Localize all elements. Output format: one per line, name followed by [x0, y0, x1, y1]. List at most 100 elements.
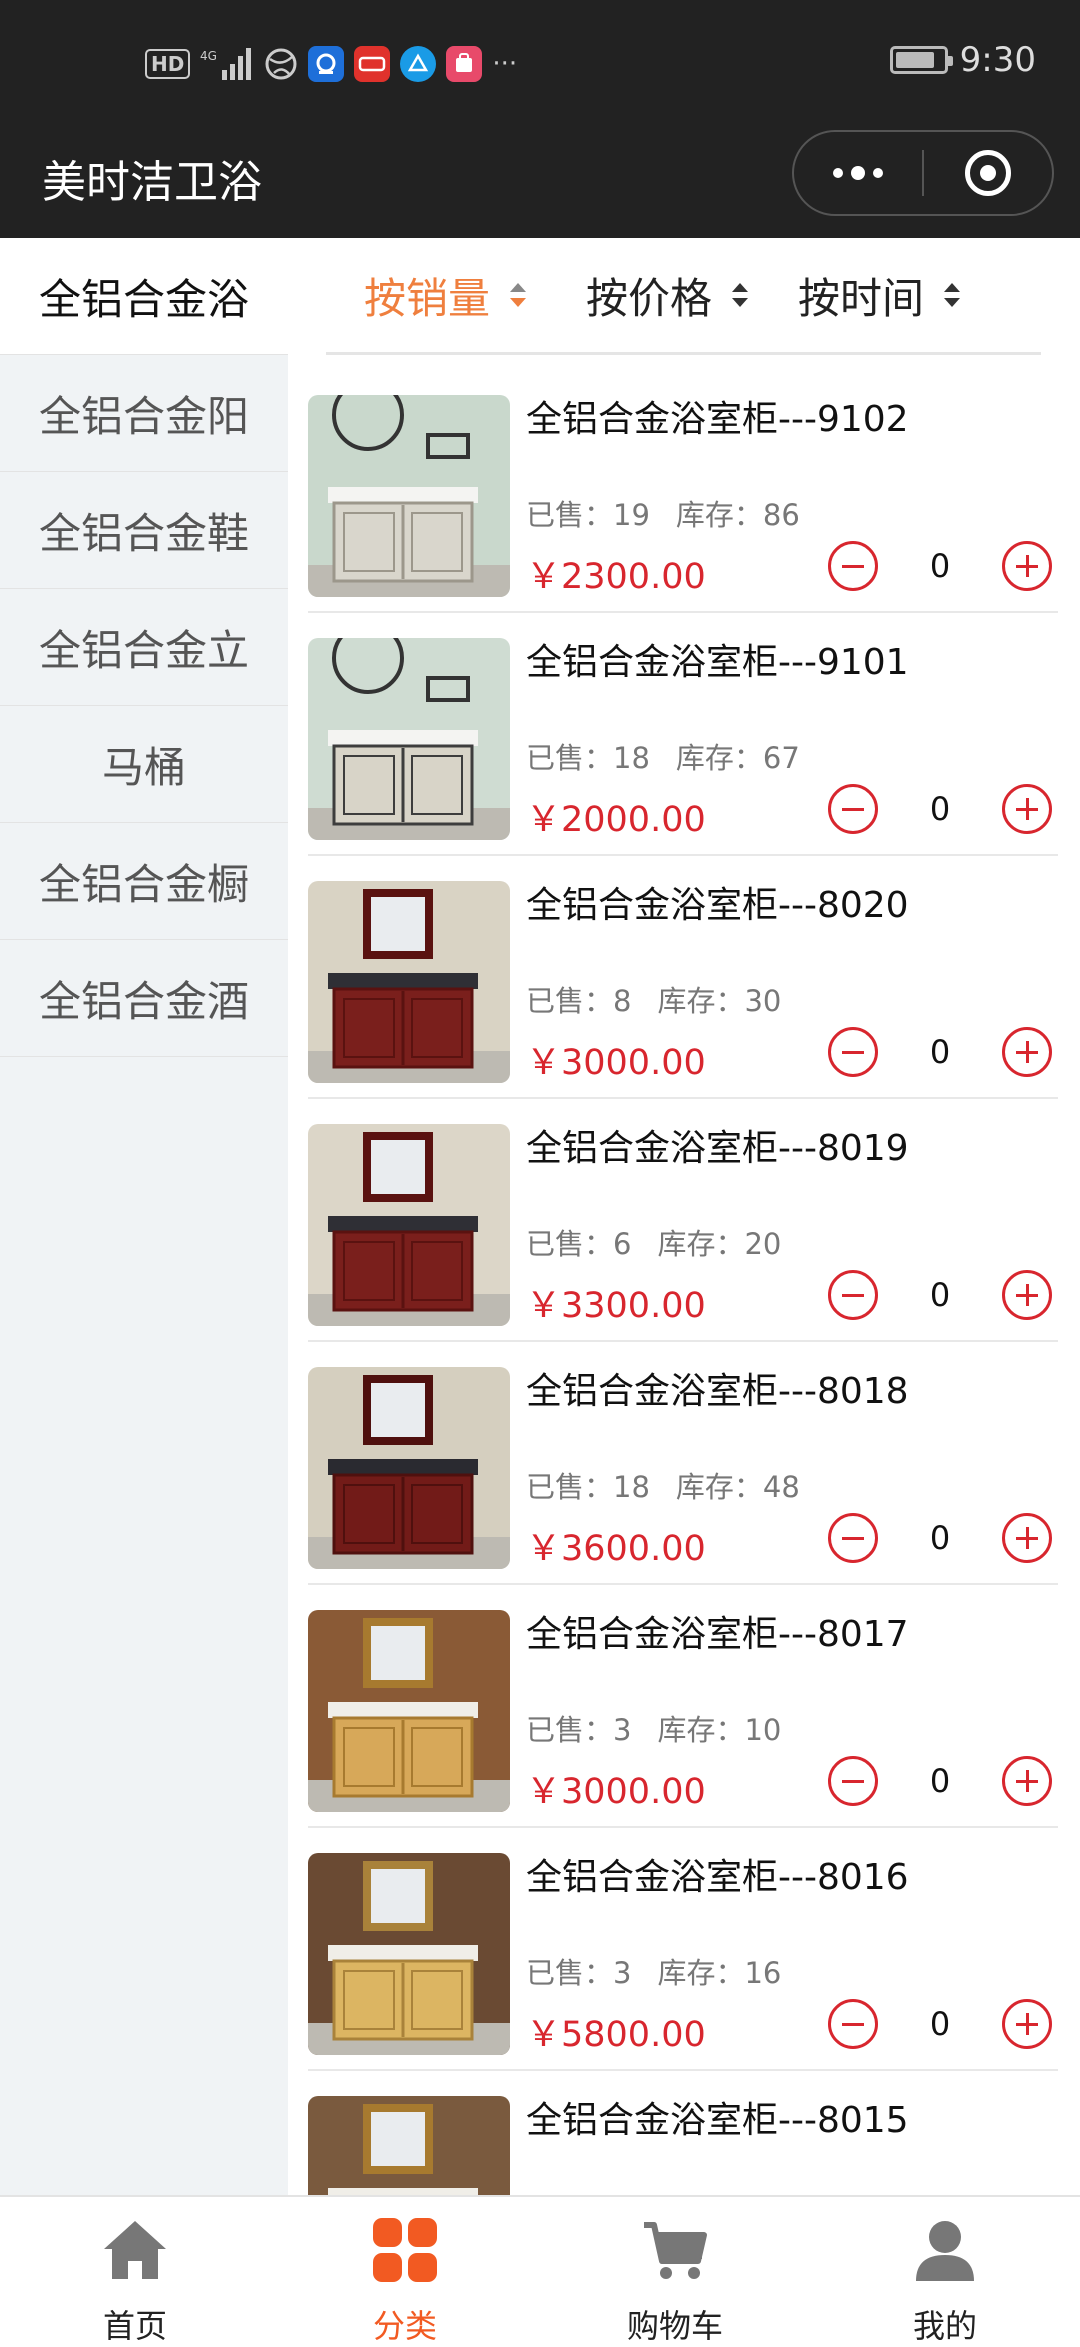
decrease-quantity-button[interactable] — [828, 1027, 878, 1077]
product-stats: 已售：3 库存：10 — [526, 1707, 807, 1749]
sort-label: 按时间 — [798, 273, 925, 323]
increase-quantity-button[interactable] — [1002, 1513, 1052, 1563]
decrease-quantity-button[interactable] — [828, 1756, 878, 1806]
cart-icon — [640, 2215, 710, 2301]
tab-home[interactable]: 首页 — [0, 2197, 270, 2345]
sort-label: 按销量 — [364, 273, 491, 323]
sidebar-item-category[interactable]: 全铝合金鞋 — [0, 472, 288, 589]
sold-count: 已售：19 — [526, 498, 650, 532]
app-icon-4 — [446, 46, 483, 82]
stock-count: 库存：48 — [675, 1470, 800, 1504]
decrease-quantity-button[interactable] — [828, 784, 878, 834]
sort-by-sales-button[interactable]: 按销量 — [364, 265, 527, 326]
quantity-value: 0 — [929, 1519, 951, 1557]
sold-count: 已售：18 — [526, 1470, 650, 1504]
sort-label: 按价格 — [586, 273, 713, 323]
sort-by-time-button[interactable]: 按时间 — [798, 265, 961, 326]
sidebar-item-category[interactable]: 全铝合金橱 — [0, 823, 288, 940]
product-price: ￥3300.00 — [526, 1286, 706, 1326]
decrease-quantity-button[interactable] — [828, 541, 878, 591]
tab-category[interactable]: 分类 — [270, 2197, 540, 2345]
sort-arrows-icon — [732, 283, 749, 307]
product-name: 全铝合金浴室柜---9102 — [526, 399, 909, 440]
product-item[interactable]: 全铝合金浴室柜---8020 已售：8 库存：30 ￥3000.00 0 — [308, 856, 1058, 1099]
product-price: ￥2000.00 — [526, 800, 706, 840]
sort-by-price-button[interactable]: 按价格 — [586, 265, 749, 326]
quantity-stepper: 0 — [828, 1753, 1052, 1809]
status-bar: HD 4G ··· 9:30 — [0, 0, 1080, 130]
sort-arrows-icon — [944, 283, 961, 307]
stock-count: 库存：16 — [657, 1956, 782, 1990]
stock-count: 库存：67 — [675, 741, 800, 775]
sold-count: 已售：8 — [526, 984, 632, 1018]
product-name: 全铝合金浴室柜---8017 — [526, 1614, 909, 1655]
more-menu-button[interactable] — [794, 166, 922, 180]
sidebar-item-category[interactable]: 全铝合金阳 — [0, 355, 288, 472]
product-stats: 已售：18 库存：48 — [526, 1464, 826, 1506]
tab-label: 我的 — [912, 2307, 977, 2345]
product-stats: 已售：3 库存：16 — [526, 1950, 807, 1992]
product-image[interactable] — [308, 395, 510, 597]
globe-icon — [264, 46, 298, 82]
close-miniprogram-button[interactable] — [924, 150, 1052, 196]
tab-cart[interactable]: 购物车 — [540, 2197, 810, 2345]
stock-count: 库存：20 — [657, 1227, 782, 1261]
product-name: 全铝合金浴室柜---8020 — [526, 885, 909, 926]
hd-icon: HD — [145, 49, 191, 79]
product-name: 全铝合金浴室柜---8015 — [526, 2100, 909, 2141]
product-list[interactable]: 全铝合金浴室柜---9102 已售：19 库存：86 ￥2300.00 0 全铝合金浴室柜… — [308, 370, 1058, 2195]
sold-count: 已售：3 — [526, 1713, 632, 1747]
product-item[interactable]: 全铝合金浴室柜---8015 — [308, 2071, 1058, 2195]
page-title: 美时洁卫浴 — [42, 157, 262, 208]
product-price: ￥3600.00 — [526, 1529, 706, 1569]
product-price: ￥5800.00 — [526, 2015, 706, 2055]
decrease-quantity-button[interactable] — [828, 1270, 878, 1320]
product-stats: 已售：19 库存：86 — [526, 492, 826, 534]
product-item[interactable]: 全铝合金浴室柜---9102 已售：19 库存：86 ￥2300.00 0 — [308, 370, 1058, 613]
sidebar-item-category[interactable]: 马桶 — [0, 706, 288, 823]
sidebar-item-category[interactable]: 全铝合金立 — [0, 589, 288, 706]
product-image[interactable] — [308, 2096, 510, 2195]
user-icon — [910, 2215, 980, 2301]
product-stats: 已售：6 库存：20 — [526, 1221, 807, 1263]
product-item[interactable]: 全铝合金浴室柜---9101 已售：18 库存：67 ￥2000.00 0 — [308, 613, 1058, 856]
decrease-quantity-button[interactable] — [828, 1999, 878, 2049]
product-image[interactable] — [308, 881, 510, 1083]
product-image[interactable] — [308, 1367, 510, 1569]
quantity-value: 0 — [929, 2005, 951, 2043]
app-icon-3 — [400, 46, 437, 82]
product-price: ￥2300.00 — [526, 557, 706, 597]
quantity-value: 0 — [929, 1762, 951, 1800]
tab-mine[interactable]: 我的 — [810, 2197, 1080, 2345]
increase-quantity-button[interactable] — [1002, 1756, 1052, 1806]
category-icon — [370, 2215, 440, 2301]
product-item[interactable]: 全铝合金浴室柜---8016 已售：3 库存：16 ￥5800.00 0 — [308, 1828, 1058, 2071]
increase-quantity-button[interactable] — [1002, 541, 1052, 591]
product-stats: 已售：18 库存：67 — [526, 735, 826, 777]
tab-bar: 首页 分类 购物车 我的 — [0, 2195, 1080, 2345]
product-image[interactable] — [308, 1124, 510, 1326]
product-item[interactable]: 全铝合金浴室柜---8018 已售：18 库存：48 ￥3600.00 0 — [308, 1342, 1058, 1585]
sidebar-item-category[interactable]: 全铝合金酒 — [0, 940, 288, 1057]
quantity-stepper: 0 — [828, 781, 1052, 837]
sold-count: 已售：18 — [526, 741, 650, 775]
increase-quantity-button[interactable] — [1002, 1027, 1052, 1077]
mini-program-capsule — [792, 130, 1054, 216]
product-image[interactable] — [308, 1610, 510, 1812]
increase-quantity-button[interactable] — [1002, 1270, 1052, 1320]
increase-quantity-button[interactable] — [1002, 784, 1052, 834]
product-image[interactable] — [308, 1853, 510, 2055]
stock-count: 库存：30 — [657, 984, 782, 1018]
decrease-quantity-button[interactable] — [828, 1513, 878, 1563]
category-sidebar: 全铝合金浴 全铝合金阳 全铝合金鞋 全铝合金立 马桶 全铝合金橱 全铝合金酒 — [0, 238, 288, 2195]
increase-quantity-button[interactable] — [1002, 1999, 1052, 2049]
product-image[interactable] — [308, 638, 510, 840]
nav-bar: 美时洁卫浴 — [0, 130, 1080, 238]
home-icon — [100, 2215, 170, 2301]
product-item[interactable]: 全铝合金浴室柜---8019 已售：6 库存：20 ￥3300.00 0 — [308, 1099, 1058, 1342]
product-price: ￥3000.00 — [526, 1772, 706, 1812]
tab-label: 分类 — [372, 2307, 437, 2345]
product-item[interactable]: 全铝合金浴室柜---8017 已售：3 库存：10 ￥3000.00 0 — [308, 1585, 1058, 1828]
sidebar-item-category[interactable]: 全铝合金浴 — [0, 238, 288, 355]
quantity-value: 0 — [929, 1033, 951, 1071]
